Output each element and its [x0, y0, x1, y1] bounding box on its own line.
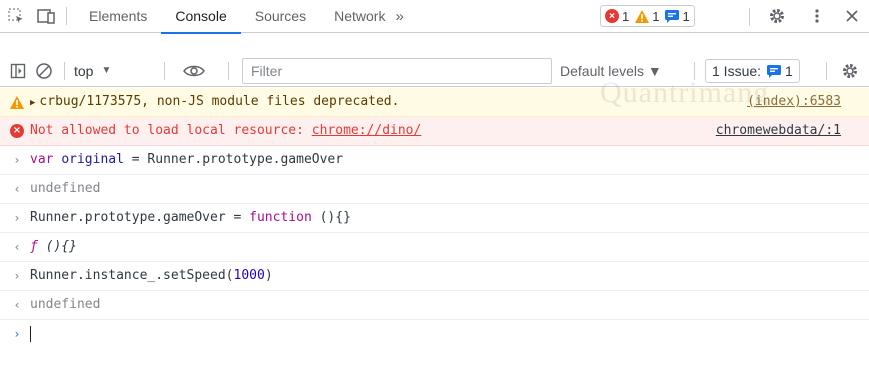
eye-icon[interactable]: [182, 59, 206, 83]
variable: original: [61, 152, 124, 167]
input-prompt-icon: ›: [14, 211, 20, 225]
error-source-link[interactable]: chromewebdata/:1: [716, 117, 841, 145]
divider: [826, 62, 827, 80]
info-count: 1: [665, 8, 690, 24]
console-prompt[interactable]: ›: [0, 320, 869, 349]
console-settings-gear-icon[interactable]: [838, 59, 862, 83]
result-arrow-icon: ‹: [14, 182, 20, 196]
warning-icon: [635, 9, 650, 23]
code-text: = Runner.prototype.gameOver: [123, 152, 344, 167]
keyword: var: [30, 152, 54, 167]
kebab-menu-icon[interactable]: [805, 4, 829, 28]
tab-console[interactable]: Console: [161, 0, 242, 34]
tab-elements[interactable]: Elements: [75, 0, 161, 33]
error-text: Not allowed to load local resource:: [30, 123, 312, 138]
function-symbol: ƒ: [30, 239, 38, 254]
code-text: (){}: [311, 210, 351, 225]
console-messages: ▶ crbug/1173575, non-JS module files depr…: [0, 88, 869, 377]
result-value: (){}: [37, 239, 77, 254]
input-prompt-icon: ›: [14, 269, 20, 283]
device-toolbar-icon[interactable]: [34, 4, 58, 28]
divider: [749, 8, 750, 26]
tab-sources[interactable]: Sources: [241, 0, 320, 33]
prompt-icon: ›: [14, 327, 20, 341]
code-text: Runner.prototype.gameOver =: [30, 210, 250, 225]
code-text: ): [264, 268, 273, 283]
divider: [66, 7, 67, 25]
error-message: × Not allowed to load local resource: ch…: [0, 117, 869, 146]
console-result-line: ‹ undefined: [0, 175, 869, 204]
warning-count: 1: [635, 9, 659, 24]
filter-input[interactable]: Filter: [242, 58, 552, 84]
info-count-value: 1: [682, 8, 690, 24]
more-tabs-button[interactable]: »: [391, 0, 417, 33]
error-icon: ×: [605, 9, 619, 23]
tab-network[interactable]: Network: [320, 0, 391, 33]
inspect-element-icon[interactable]: [4, 4, 28, 28]
divider: [228, 62, 229, 80]
number-literal: 1000: [233, 268, 265, 283]
error-icon: ×: [8, 117, 26, 145]
text-cursor: [30, 325, 31, 342]
warning-icon: [8, 88, 26, 116]
issues-button[interactable]: 1 Issue: 1: [705, 59, 800, 83]
expand-triangle-icon[interactable]: ▶: [30, 98, 35, 108]
warning-count-value: 1: [652, 8, 660, 24]
error-count: × 1: [605, 9, 629, 24]
result-arrow-icon: ‹: [14, 298, 20, 312]
error-count-value: 1: [622, 8, 630, 24]
settings-gear-icon[interactable]: [765, 4, 789, 28]
input-prompt-icon: ›: [14, 153, 20, 167]
issues-label: 1 Issue:: [712, 63, 762, 79]
console-input-line: › var original = Runner.prototype.gameOv…: [0, 146, 869, 175]
console-result-line: ‹ undefined: [0, 291, 869, 320]
console-input-line: › Runner.instance_.setSpeed(1000): [0, 262, 869, 291]
console-toolbar: top ▼ Filter Default levels ▼ 1 Issue: 1: [0, 55, 869, 87]
result-value: undefined: [30, 297, 101, 312]
warning-message: ▶ crbug/1173575, non-JS module files depr…: [0, 88, 869, 117]
issues-count: 1: [785, 63, 793, 79]
close-icon[interactable]: [840, 4, 864, 28]
code-text: Runner.instance_.setSpeed(: [30, 268, 234, 283]
keyword: function: [249, 210, 312, 225]
message-icon: [665, 9, 680, 23]
message-icon: [767, 64, 782, 78]
sidebar-toggle-icon[interactable]: [6, 59, 30, 83]
error-url-link[interactable]: chrome://dino/: [312, 123, 422, 138]
result-value: undefined: [30, 181, 101, 196]
divider: [694, 62, 695, 80]
warning-source-link[interactable]: (index):6583: [747, 88, 841, 116]
console-result-line: ‹ ƒ (){}: [0, 233, 869, 262]
divider: [164, 62, 165, 80]
chevron-down-icon: ▼: [101, 65, 112, 76]
context-selector[interactable]: top ▼: [74, 55, 111, 87]
result-arrow-icon: ‹: [14, 240, 20, 254]
message-counts[interactable]: × 1 1 1: [600, 5, 695, 27]
warning-text: crbug/1173575, non-JS module files depre…: [39, 94, 400, 109]
log-levels-dropdown[interactable]: Default levels ▼: [560, 55, 662, 87]
divider: [64, 62, 65, 80]
devtools-tabbar: Elements Console Sources Network » × 1 1…: [0, 0, 869, 34]
clear-console-icon[interactable]: [32, 59, 56, 83]
context-selector-label: top: [74, 63, 94, 79]
console-input-line: › Runner.prototype.gameOver = function (…: [0, 204, 869, 233]
